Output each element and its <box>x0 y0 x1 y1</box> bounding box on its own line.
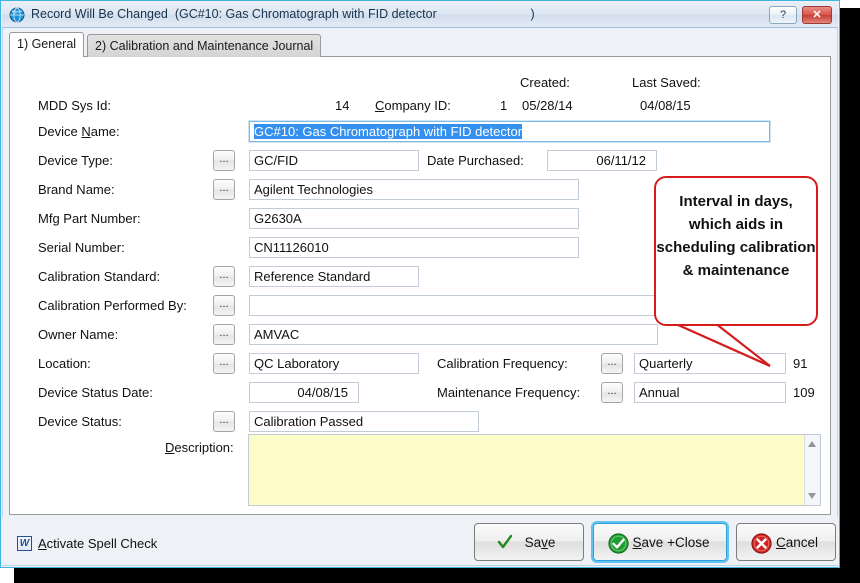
device-status-browse-button[interactable]: ... <box>213 411 235 432</box>
location-label: Location: <box>38 356 91 371</box>
device-type-input[interactable]: GC/FID <box>249 150 419 171</box>
save-button-label: Save <box>475 535 583 550</box>
calibration-frequency-browse-button[interactable]: ... <box>601 353 623 374</box>
tab-general[interactable]: 1) General <box>9 32 84 57</box>
window-drop-shadow-right <box>838 8 860 583</box>
description-label: Description: <box>165 440 234 455</box>
brand-name-browse-button[interactable]: ... <box>213 179 235 200</box>
device-name-input[interactable]: GC#10: Gas Chromatograph with FID detect… <box>249 121 770 142</box>
calibration-performed-by-browse-button[interactable]: ... <box>213 295 235 316</box>
cancel-button-label: Cancel <box>737 535 835 550</box>
close-button[interactable]: ✕ <box>802 6 832 24</box>
serial-number-label: Serial Number: <box>38 240 125 255</box>
calibration-frequency-interval-days: 91 <box>793 356 807 371</box>
scroll-down-arrow-icon[interactable] <box>808 493 816 499</box>
tab-calibration-journal[interactable]: 2) Calibration and Maintenance Journal <box>87 34 321 57</box>
device-name-label: Device Name: <box>38 124 120 139</box>
activate-spell-check-link[interactable]: Activate Spell Check <box>38 536 157 551</box>
annotation-callout: Interval in days, which aids in scheduli… <box>654 176 818 326</box>
maintenance-frequency-label: Maintenance Frequency: <box>437 385 580 400</box>
calibration-performed-by-label: Calibration Performed By: <box>38 298 187 313</box>
help-button[interactable]: ? <box>769 6 797 24</box>
brand-name-label: Brand Name: <box>38 182 115 197</box>
maintenance-frequency-interval-days: 109 <box>793 385 815 400</box>
calibration-frequency-label: Calibration Frequency: <box>437 356 568 371</box>
owner-name-browse-button[interactable]: ... <box>213 324 235 345</box>
brand-name-input[interactable]: Agilent Technologies <box>249 179 579 200</box>
cancel-button[interactable]: Cancel <box>736 523 836 561</box>
last-saved-value: 04/08/15 <box>640 98 691 113</box>
mdd-sys-id-value: 14 <box>335 98 349 113</box>
serial-number-input[interactable]: CN11126010 <box>249 237 579 258</box>
device-status-date-input[interactable]: 04/08/15 <box>249 382 359 403</box>
created-label: Created: <box>520 75 570 90</box>
window-title: Record Will Be Changed (GC#10: Gas Chrom… <box>31 7 535 21</box>
tab-strip: 1) General 2) Calibration and Maintenanc… <box>9 34 831 57</box>
calibration-standard-input[interactable]: Reference Standard <box>249 266 419 287</box>
device-status-date-label: Device Status Date: <box>38 385 153 400</box>
date-purchased-input[interactable]: 06/11/12 <box>547 150 657 171</box>
globe-icon <box>9 7 25 23</box>
company-id-label: Company ID: <box>375 98 451 113</box>
save-and-close-button[interactable]: Save +Close <box>593 523 727 561</box>
description-textarea[interactable] <box>248 434 821 506</box>
calibration-standard-browse-button[interactable]: ... <box>213 266 235 287</box>
date-purchased-label: Date Purchased: <box>427 153 524 168</box>
last-saved-label: Last Saved: <box>632 75 701 90</box>
owner-name-input[interactable]: AMVAC <box>249 324 658 345</box>
company-id-value: 1 <box>500 98 507 113</box>
calibration-standard-label: Calibration Standard: <box>38 269 160 284</box>
save-and-close-button-label: Save +Close <box>594 535 726 550</box>
created-value: 05/28/14 <box>522 98 573 113</box>
save-button[interactable]: Save <box>474 523 584 561</box>
device-type-browse-button[interactable]: ... <box>213 150 235 171</box>
window-drop-shadow-bottom <box>14 566 860 583</box>
mfg-part-number-input[interactable]: G2630A <box>249 208 579 229</box>
maintenance-frequency-input[interactable]: Annual <box>634 382 786 403</box>
title-bar[interactable]: Record Will Be Changed (GC#10: Gas Chrom… <box>2 2 838 28</box>
calibration-frequency-input[interactable]: Quarterly <box>634 353 786 374</box>
device-status-label: Device Status: <box>38 414 122 429</box>
mfg-part-number-label: Mfg Part Number: <box>38 211 141 226</box>
location-input[interactable]: QC Laboratory <box>249 353 419 374</box>
device-status-input[interactable]: Calibration Passed <box>249 411 479 432</box>
word-icon: W <box>17 536 32 551</box>
owner-name-label: Owner Name: <box>38 327 118 342</box>
calibration-performed-by-input[interactable] <box>249 295 679 316</box>
scroll-up-arrow-icon[interactable] <box>808 441 816 447</box>
device-type-label: Device Type: <box>38 153 113 168</box>
description-scrollbar[interactable] <box>804 435 820 505</box>
record-edit-window: Record Will Be Changed (GC#10: Gas Chrom… <box>0 0 840 568</box>
maintenance-frequency-browse-button[interactable]: ... <box>601 382 623 403</box>
mdd-sys-id-label: MDD Sys Id: <box>38 98 111 113</box>
application-window-screenshot: Record Will Be Changed (GC#10: Gas Chrom… <box>0 0 860 583</box>
device-name-value: GC#10: Gas Chromatograph with FID detect… <box>254 124 522 139</box>
location-browse-button[interactable]: ... <box>213 353 235 374</box>
